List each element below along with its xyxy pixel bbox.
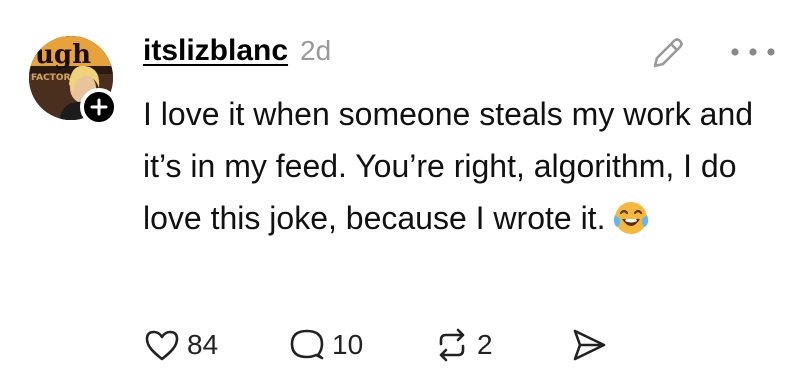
post: ugh FACTOR itslizblanc 2d I love it when… [0,0,800,386]
repost-icon [439,328,465,362]
post-text: I love it when someone steals my work an… [143,88,783,244]
username-link[interactable]: itslizblanc [143,34,288,68]
like-count: 84 [187,329,219,360]
post-header: itslizblanc 2d [143,34,331,68]
svg-text:ugh: ugh [35,40,91,70]
plus-icon [90,98,108,116]
heart-icon [145,330,179,361]
edit-button[interactable] [645,32,689,76]
repost-count: 2 [477,329,493,360]
like-button[interactable]: 84 [143,322,218,368]
share-button[interactable] [569,322,609,368]
post-timestamp[interactable]: 2d [300,35,331,67]
svg-text:FACTOR: FACTOR [31,73,70,83]
pencil-icon [653,38,683,68]
reply-button[interactable]: 10 [288,322,363,368]
speech-bubble-icon [290,329,324,360]
face-with-tears-of-joy-emoji [611,197,651,237]
post-text-content: I love it when someone steals my work an… [143,96,754,236]
more-dots-icon [731,48,775,56]
reply-count: 10 [332,329,364,360]
more-options-button[interactable] [728,40,778,64]
send-icon [573,329,606,361]
repost-button[interactable]: 2 [433,322,493,368]
follow-button[interactable] [80,88,118,126]
